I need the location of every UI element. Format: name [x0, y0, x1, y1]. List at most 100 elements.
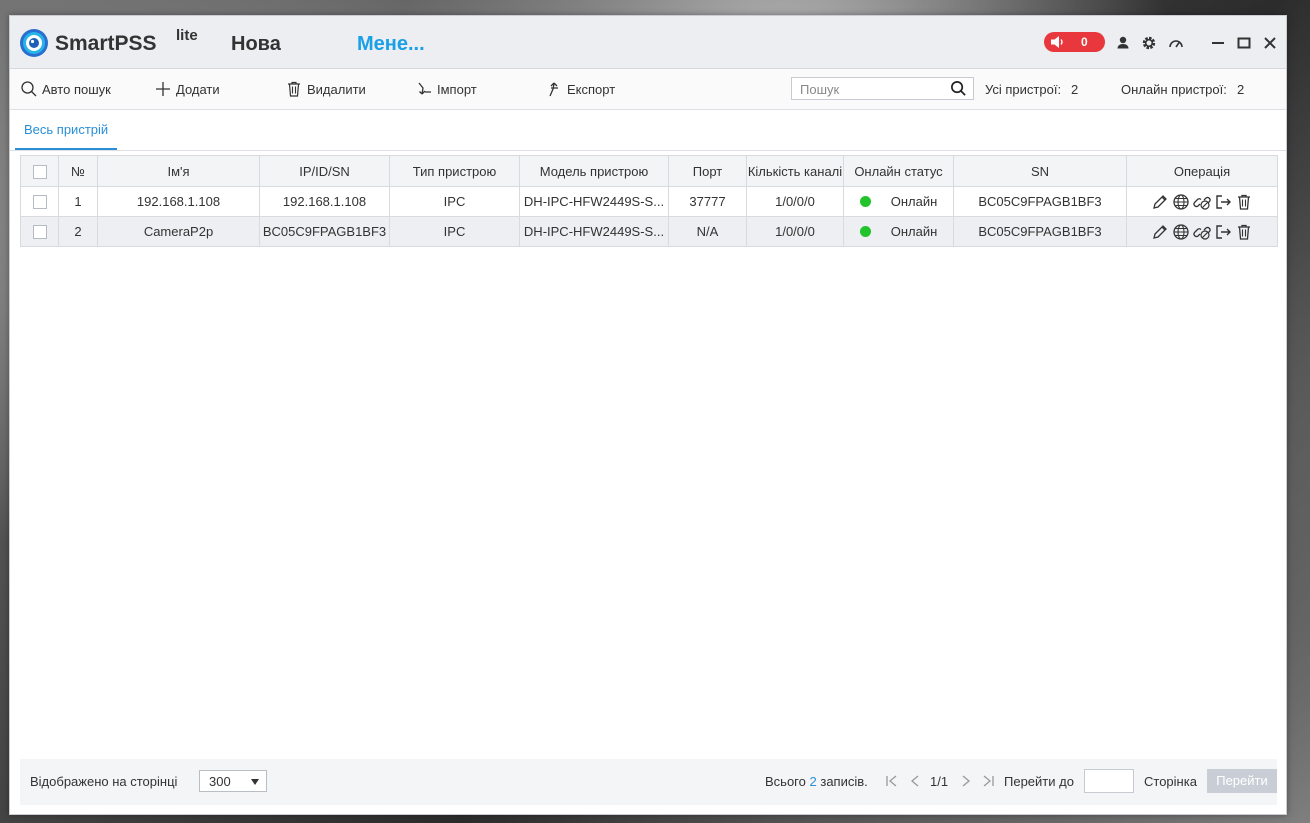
speedometer-icon[interactable]	[1167, 34, 1185, 52]
export-icon	[549, 82, 558, 97]
edit-icon[interactable]	[1151, 223, 1169, 241]
user-icon[interactable]	[1114, 34, 1132, 52]
all-devices-label: Усі пристрої:	[985, 82, 1062, 97]
goto-page-input[interactable]	[1084, 769, 1134, 793]
device-port: N/A	[668, 216, 747, 247]
goto-label: Перейти до	[1004, 774, 1074, 789]
operations-cell	[1126, 186, 1278, 217]
column-header[interactable]: IP/ID/SN	[259, 155, 390, 187]
tab-all-devices[interactable]: Весь пристрій	[15, 110, 118, 150]
import-button[interactable]: Імпорт	[415, 79, 477, 99]
maximize-icon[interactable]	[1235, 34, 1253, 52]
minimize-icon[interactable]	[1209, 34, 1227, 52]
select-all-checkbox[interactable]	[32, 164, 47, 179]
column-header[interactable]: Модель пристрою	[519, 155, 669, 187]
unlink-icon[interactable]	[1193, 223, 1211, 241]
web-globe-icon[interactable]	[1172, 223, 1190, 241]
device-channels: 1/0/0/0	[746, 216, 844, 247]
edit-icon[interactable]	[1151, 193, 1169, 211]
export-button[interactable]: Експорт	[545, 79, 615, 99]
total-count: 2	[809, 774, 817, 789]
delete-button[interactable]: Видалити	[285, 79, 366, 99]
gear-icon[interactable]	[1140, 34, 1158, 52]
total-records: Всього 2 записів.	[765, 774, 868, 789]
device-ip: BC05C9FPAGB1BF3	[259, 216, 390, 247]
export-label: Експорт	[567, 81, 616, 97]
per-page-value: 300	[209, 774, 231, 789]
trash-icon[interactable]	[1235, 223, 1253, 241]
logout-icon[interactable]	[1214, 223, 1232, 241]
trash-icon[interactable]	[1235, 193, 1253, 211]
import-label: Імпорт	[437, 81, 477, 97]
row-checkbox[interactable]	[32, 225, 47, 240]
search-icon	[21, 81, 37, 97]
all-devices-count: 2	[1071, 82, 1079, 97]
device-channels: 1/0/0/0	[746, 186, 844, 217]
per-page-select[interactable]: 300	[199, 770, 267, 792]
goto-button[interactable]: Перейти	[1207, 769, 1277, 793]
last-page-icon[interactable]	[981, 773, 995, 789]
row-select-cell[interactable]	[20, 216, 59, 247]
toolbar: Авто пошук Додати Видалити Імпорт Експор…	[10, 69, 1286, 110]
alarm-badge[interactable]: 0	[1044, 32, 1105, 52]
device-ip: 192.168.1.108	[259, 186, 390, 217]
dropdown-arrow-icon	[251, 779, 259, 785]
row-number: 1	[58, 186, 98, 217]
device-model: DH-IPC-HFW2449S-S...	[519, 186, 669, 217]
tab-new[interactable]: Нова	[231, 33, 281, 56]
column-header[interactable]: Порт	[668, 155, 747, 187]
column-header[interactable]: SN	[953, 155, 1127, 187]
online-status-dot	[859, 226, 871, 237]
add-button[interactable]: Додати	[154, 79, 220, 99]
total-prefix: Всього	[765, 774, 806, 789]
column-header[interactable]: Кількість каналі	[746, 155, 844, 187]
online-status-cell: Онлайн	[843, 216, 954, 247]
row-checkbox[interactable]	[32, 195, 47, 210]
device-sn: BC05C9FPAGB1BF3	[953, 216, 1127, 247]
table-header-row: № Ім'я IP/ID/SN Тип пристрою Модель прис…	[20, 155, 1278, 187]
column-header[interactable]: №	[58, 155, 98, 187]
row-select-cell[interactable]	[20, 186, 59, 217]
app-window: SmartPSS lite Нова Мене... 0 Авто пошук …	[9, 15, 1287, 815]
column-header[interactable]: Операція	[1126, 155, 1278, 187]
device-name: CameraP2p	[97, 216, 260, 247]
logout-icon[interactable]	[1214, 193, 1232, 211]
pagination-footer: Відображено на сторінці 300 Всього 2 зап…	[20, 759, 1277, 805]
auto-search-label: Авто пошук	[42, 81, 111, 97]
column-header[interactable]: Ім'я	[97, 155, 260, 187]
tab-menu[interactable]: Мене...	[357, 33, 425, 56]
add-label: Додати	[176, 81, 220, 97]
total-suffix: записів.	[820, 774, 868, 789]
brand-suffix: lite	[176, 27, 198, 44]
search-box[interactable]	[791, 77, 974, 100]
online-devices-label: Онлайн пристрої:	[1121, 82, 1227, 97]
prev-page-icon[interactable]	[908, 773, 922, 789]
device-type: IPC	[389, 186, 520, 217]
table-row[interactable]: 2 CameraP2p BC05C9FPAGB1BF3 IPC DH-IPC-H…	[20, 216, 1278, 247]
first-page-icon[interactable]	[885, 773, 899, 789]
device-table: № Ім'я IP/ID/SN Тип пристрою Модель прис…	[20, 155, 1278, 247]
delete-label: Видалити	[307, 81, 366, 97]
web-globe-icon[interactable]	[1172, 193, 1190, 211]
select-all-cell[interactable]	[20, 155, 59, 187]
online-status-text: Онлайн	[890, 194, 938, 209]
column-header[interactable]: Тип пристрою	[389, 155, 520, 187]
brand-name: SmartPSS	[55, 32, 157, 55]
device-type: IPC	[389, 216, 520, 247]
column-header[interactable]: Онлайн статус	[843, 155, 954, 187]
device-tabs: Весь пристрій	[10, 110, 1286, 151]
page-label: Сторінка	[1144, 774, 1197, 789]
per-page-label: Відображено на сторінці	[30, 774, 178, 789]
search-input[interactable]	[798, 80, 942, 99]
table-row[interactable]: 1 192.168.1.108 192.168.1.108 IPC DH-IPC…	[20, 186, 1278, 217]
auto-search-button[interactable]: Авто пошук	[20, 79, 111, 99]
online-status-cell: Онлайн	[843, 186, 954, 217]
close-icon[interactable]	[1261, 34, 1279, 52]
unlink-icon[interactable]	[1193, 193, 1211, 211]
next-page-icon[interactable]	[959, 773, 973, 789]
search-icon[interactable]	[950, 80, 967, 97]
import-icon	[418, 82, 431, 95]
speaker-icon	[1051, 36, 1063, 48]
page-indicator: 1/1	[930, 774, 949, 789]
row-number: 2	[58, 216, 98, 247]
